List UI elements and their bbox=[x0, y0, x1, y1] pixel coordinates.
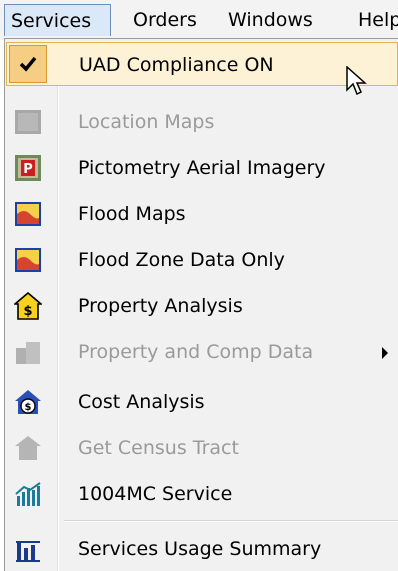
usage-summary-icon bbox=[14, 535, 42, 563]
menu-item-location-maps[interactable]: Location Maps bbox=[6, 100, 398, 144]
menu-item-label: 1004MC Service bbox=[78, 483, 233, 505]
menu-item-property-analysis[interactable]: $ Property Analysis bbox=[6, 284, 398, 328]
menu-item-1004mc-service[interactable]: 1004MC Service bbox=[6, 472, 398, 516]
cost-analysis-icon: $ bbox=[14, 388, 42, 416]
market-conditions-icon bbox=[14, 480, 42, 508]
property-comp-icon bbox=[14, 338, 42, 366]
menu-item-census-tract[interactable]: Get Census Tract bbox=[6, 426, 398, 470]
property-analysis-icon: $ bbox=[12, 291, 44, 320]
menu-item-label: Location Maps bbox=[78, 111, 215, 133]
menu-item-label: Property Analysis bbox=[78, 295, 243, 317]
menu-item-property-comp-data[interactable]: Property and Comp Data bbox=[6, 330, 398, 374]
menu-item-label: Services Usage Summary bbox=[78, 538, 322, 560]
menu-item-label: Flood Zone Data Only bbox=[78, 249, 285, 271]
menu-item-uad-compliance[interactable]: UAD Compliance ON bbox=[6, 42, 398, 86]
menu-item-cost-analysis[interactable]: $ Cost Analysis bbox=[6, 380, 398, 424]
menu-item-label: Get Census Tract bbox=[78, 437, 239, 459]
flood-zone-icon bbox=[14, 246, 42, 274]
svg-text:$: $ bbox=[25, 402, 32, 413]
menu-item-label: Cost Analysis bbox=[78, 391, 205, 413]
flood-map-icon bbox=[14, 200, 42, 228]
menu-help[interactable]: Help bbox=[358, 4, 398, 36]
svg-text:$: $ bbox=[23, 304, 32, 319]
menu-separator bbox=[64, 520, 398, 522]
menu-orders[interactable]: Orders bbox=[133, 4, 197, 36]
menu-services[interactable]: Services bbox=[4, 4, 111, 36]
menu-item-flood-zone-data[interactable]: Flood Zone Data Only bbox=[6, 238, 398, 282]
location-maps-icon bbox=[14, 108, 42, 136]
check-icon bbox=[9, 45, 47, 83]
pictometry-icon: P bbox=[14, 154, 42, 182]
svg-text:P: P bbox=[23, 162, 33, 177]
menu-item-pictometry[interactable]: P Pictometry Aerial Imagery bbox=[6, 146, 398, 190]
menu-bar: Services Orders Windows Help bbox=[0, 0, 398, 40]
mouse-cursor-icon bbox=[346, 65, 368, 100]
menu-item-label: UAD Compliance ON bbox=[79, 54, 274, 76]
menu-item-label: Pictometry Aerial Imagery bbox=[78, 157, 326, 179]
menu-item-usage-summary[interactable]: Services Usage Summary bbox=[6, 527, 398, 571]
menu-item-flood-maps[interactable]: Flood Maps bbox=[6, 192, 398, 236]
menu-item-label: Flood Maps bbox=[78, 203, 186, 225]
menu-windows[interactable]: Windows bbox=[228, 4, 313, 36]
submenu-arrow-icon bbox=[382, 347, 388, 359]
census-tract-icon bbox=[14, 434, 42, 462]
menu-item-label: Property and Comp Data bbox=[78, 341, 314, 363]
